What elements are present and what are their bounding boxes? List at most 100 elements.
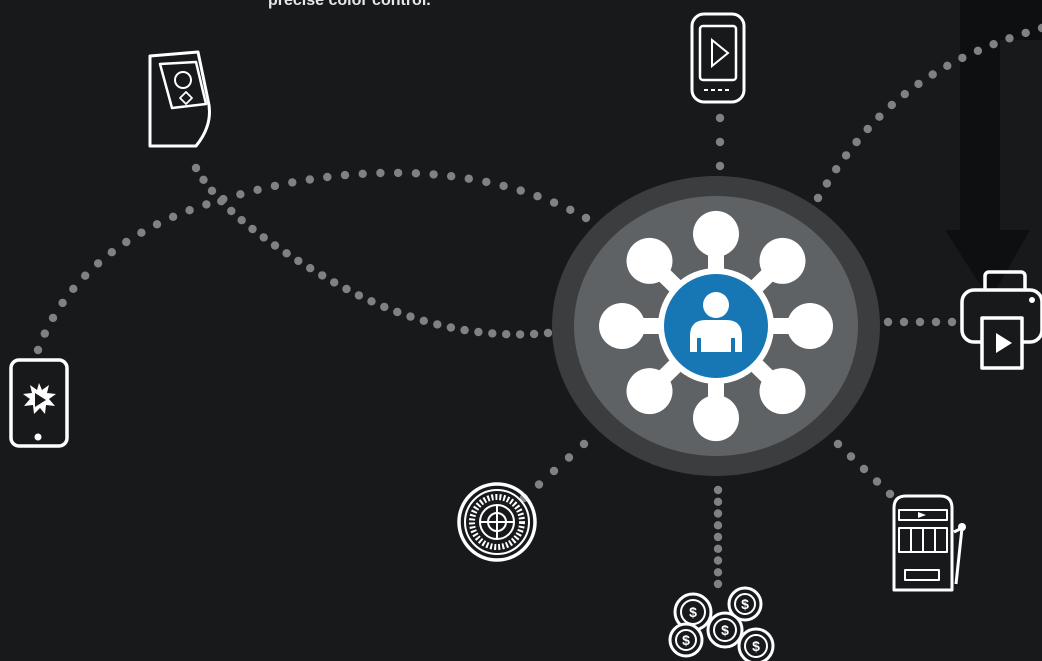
connector-dot xyxy=(875,112,884,121)
connector-dot xyxy=(137,228,146,237)
connector-dot xyxy=(581,213,591,223)
connector-dot xyxy=(253,185,262,194)
connector-dot xyxy=(393,168,403,178)
connector-dot xyxy=(217,197,226,206)
connector-dot xyxy=(48,313,58,323)
connector-dot xyxy=(887,100,896,110)
connector-dot xyxy=(713,497,723,506)
connector-dot xyxy=(152,220,162,229)
connector-dot xyxy=(564,453,574,462)
connector-dot xyxy=(859,464,869,474)
satellite-node[interactable] xyxy=(693,395,739,442)
satellite-node[interactable] xyxy=(626,237,673,284)
roulette-wheel-icon[interactable] xyxy=(457,482,537,562)
connector-dot xyxy=(393,307,402,317)
connector-dot xyxy=(122,237,131,247)
connector-dot xyxy=(69,284,78,293)
connector-dot xyxy=(270,181,280,191)
connector-dot xyxy=(93,259,103,268)
connector-dot xyxy=(340,170,350,180)
connector-dot xyxy=(40,329,49,338)
connector-dot xyxy=(852,137,861,147)
connector-dot xyxy=(376,168,385,178)
smartphone-icon[interactable] xyxy=(690,12,746,104)
connector-dot xyxy=(715,161,725,171)
connector-dot xyxy=(833,439,843,449)
connector-dot xyxy=(813,193,823,203)
connector-dot xyxy=(294,256,303,266)
connector-dot xyxy=(248,224,257,234)
printer-icon[interactable] xyxy=(960,270,1042,370)
connector-dot xyxy=(822,179,832,188)
connector-dot xyxy=(227,206,236,216)
connector-dot xyxy=(199,175,208,184)
connector-dot xyxy=(447,172,456,181)
connector-dot xyxy=(713,485,723,495)
connector-dot xyxy=(947,317,957,327)
connector-dot xyxy=(446,323,456,332)
connector-dot xyxy=(713,521,723,530)
chip-symbol: $ xyxy=(721,622,729,638)
connector-dot xyxy=(579,439,589,449)
hub-group xyxy=(552,176,880,476)
connector-dot xyxy=(499,181,508,191)
slot-machine-icon[interactable] xyxy=(892,494,966,592)
satellite-node[interactable] xyxy=(693,210,739,257)
dotted-connectors xyxy=(33,23,1042,589)
satellite-node[interactable] xyxy=(787,303,833,349)
connector-dot xyxy=(549,198,559,207)
connector-dot xyxy=(841,151,851,160)
connector-dot xyxy=(237,216,246,225)
connector-dot xyxy=(305,175,314,184)
connector-dot xyxy=(202,200,211,209)
connector-dot xyxy=(185,206,194,215)
satellite-node[interactable] xyxy=(759,237,806,284)
tablet-icon[interactable] xyxy=(9,358,69,448)
connector-dot xyxy=(713,556,723,565)
satellite-node[interactable] xyxy=(599,303,645,349)
connector-dot xyxy=(931,317,941,327)
connector-dot xyxy=(989,40,998,49)
casino-chips-icon[interactable]: $ $ $ $ $ xyxy=(668,586,775,661)
connector-dot xyxy=(429,170,438,179)
connector-dot xyxy=(973,46,983,55)
chip-symbol: $ xyxy=(741,596,749,612)
connector-dot xyxy=(832,165,841,174)
connector-dot xyxy=(58,298,67,308)
chip-symbol: $ xyxy=(689,604,697,620)
connector-dot xyxy=(1021,28,1030,38)
chip-symbol: $ xyxy=(682,632,690,648)
connector-dot xyxy=(943,61,952,70)
kiosk-icon[interactable] xyxy=(148,50,211,148)
connector-dot xyxy=(330,278,339,287)
connectivity-diagram: $ $ $ $ $ xyxy=(9,0,1042,661)
satellite-node[interactable] xyxy=(759,368,806,415)
connector-dot xyxy=(460,325,469,335)
satellite-node[interactable] xyxy=(626,368,673,415)
connector-dot xyxy=(883,317,893,327)
connector-dot xyxy=(502,330,511,339)
connector-dot xyxy=(872,477,882,486)
connector-dot xyxy=(323,172,332,182)
connector-dot xyxy=(433,320,442,329)
connector-dot xyxy=(713,568,723,577)
connector-dot xyxy=(282,249,291,258)
connector-dot xyxy=(288,178,297,187)
connector-dot xyxy=(191,163,201,173)
connector-dot xyxy=(549,466,559,476)
connector-dot xyxy=(380,302,389,312)
connector-dot xyxy=(529,329,539,339)
connector-dot xyxy=(900,89,909,99)
connector-dot xyxy=(958,53,967,63)
connector-dot xyxy=(516,186,525,195)
connector-dot xyxy=(533,192,542,201)
connector-dot xyxy=(715,137,725,147)
connector-dot xyxy=(899,317,909,327)
connector-dot xyxy=(846,452,856,461)
connector-dot xyxy=(367,297,376,306)
connector-dot xyxy=(358,169,367,178)
connector-dot xyxy=(342,284,351,294)
connector-dot xyxy=(464,174,473,183)
connector-dot xyxy=(914,79,923,89)
connector-dot xyxy=(107,248,117,257)
